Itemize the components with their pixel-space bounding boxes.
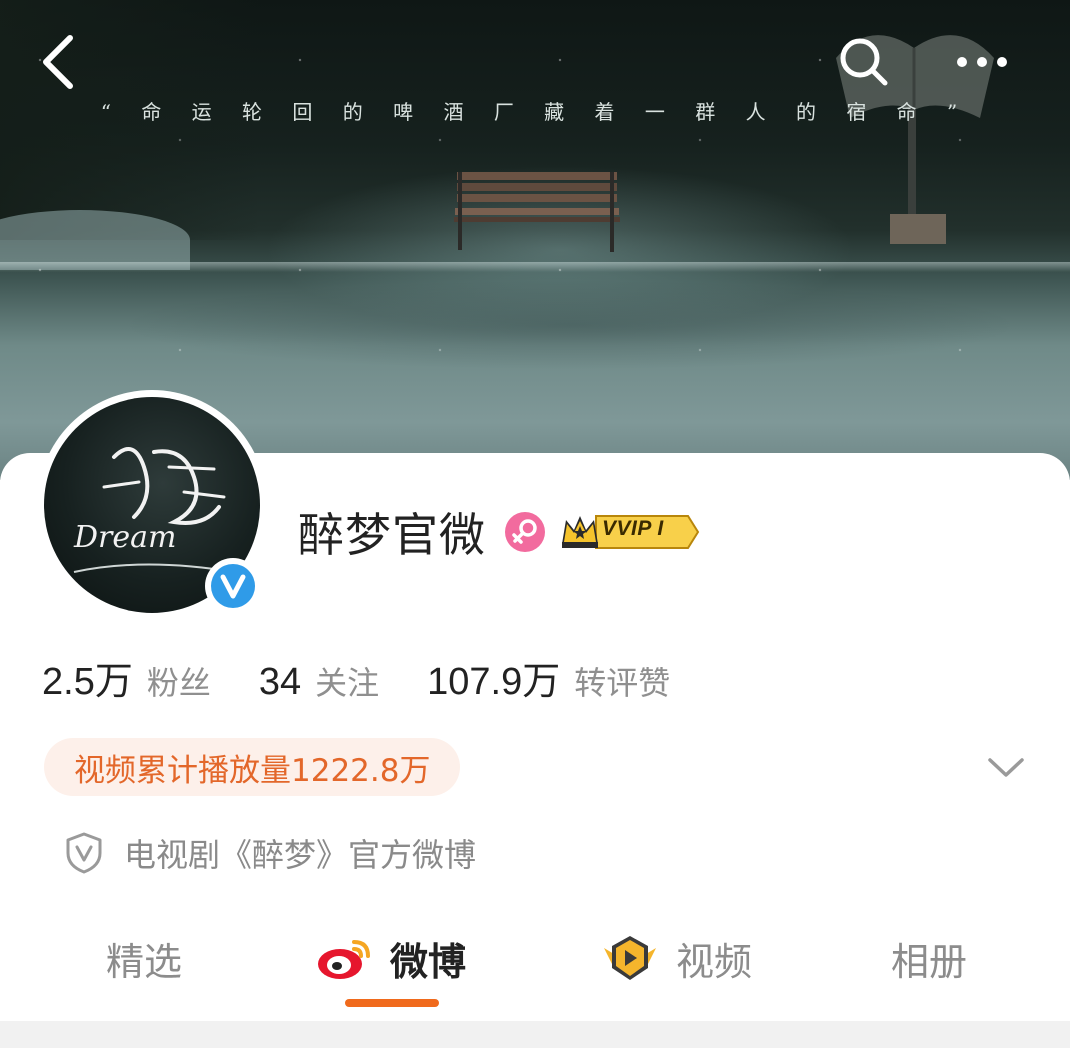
verification-description: 电视剧《醉梦》官方微博 [64, 828, 476, 878]
tab-label: 微博 [390, 939, 467, 984]
vip-badge[interactable]: VVIP I [560, 512, 700, 552]
description-text: 电视剧《醉梦》官方微博 [124, 836, 477, 874]
more-dots-icon [957, 57, 1007, 67]
stat-label: 粉丝 [146, 664, 211, 702]
female-gender-icon [505, 512, 545, 552]
tab-label: 视频 [676, 939, 753, 984]
tab-label: 相册 [891, 939, 968, 984]
stat-label: 关注 [315, 664, 380, 702]
profile-name[interactable]: 醉梦官微 [298, 499, 486, 565]
name-row: 醉梦官微 VVIP I [298, 500, 700, 564]
stat-likes[interactable]: 107.9万 转评赞 [427, 650, 670, 705]
tab-featured[interactable]: 精选 [106, 920, 182, 996]
tab-video[interactable]: 视频 [600, 920, 752, 996]
tab-weibo[interactable]: 微博 [316, 920, 466, 996]
tab-album[interactable]: 相册 [891, 920, 967, 996]
chevron-down-icon [988, 758, 1024, 777]
stat-number: 2.5万 [42, 661, 133, 703]
profile-tabs: 精选 微博 视频 相册 [0, 920, 1070, 1010]
cover-quote: “ 命 运 轮 回 的 啤 酒 厂 藏 着 一 群 人 的 宿 命 ” [100, 100, 970, 124]
feed-divider [0, 1021, 1070, 1048]
verified-badge [205, 558, 261, 614]
stat-followers[interactable]: 2.5万 粉丝 [42, 650, 211, 705]
play-count-text: 视频累计播放量1222.8万 [74, 752, 431, 789]
stat-following[interactable]: 34 关注 [259, 658, 379, 704]
avatar-signature-text: Dream [73, 520, 176, 555]
video-badge-icon [604, 936, 656, 980]
stat-number: 34 [258, 661, 302, 703]
search-button[interactable] [832, 30, 896, 94]
back-button[interactable] [26, 30, 90, 94]
stat-number: 107.9万 [427, 661, 561, 703]
stats-row: 2.5万 粉丝 34 关注 107.9万 转评赞 [42, 650, 718, 706]
chevron-left-icon [43, 35, 73, 89]
stat-label: 转评赞 [574, 664, 671, 702]
active-tab-indicator [345, 999, 439, 1007]
more-button[interactable] [950, 30, 1014, 94]
tab-label: 精选 [106, 939, 183, 984]
weibo-logo-icon [318, 940, 370, 979]
video-play-count-pill[interactable]: 视频累计播放量1222.8万 [44, 738, 461, 796]
shield-v-icon [66, 832, 102, 874]
expand-button[interactable] [984, 748, 1028, 788]
search-icon [840, 38, 888, 86]
vip-level-label: VVIP I [602, 517, 664, 540]
verified-v-icon [211, 564, 255, 608]
